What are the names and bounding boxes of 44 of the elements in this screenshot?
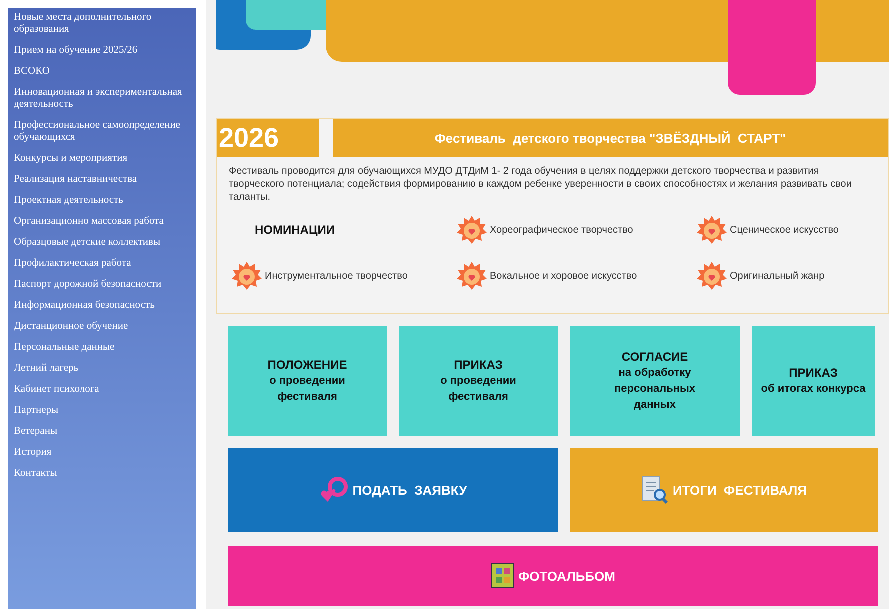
flower-icon — [456, 214, 488, 246]
document-link[interactable]: ПОЛОЖЕНИЕ о проведении фестиваля — [228, 326, 387, 436]
sidebar-link[interactable]: Конкурсы и мероприятия — [14, 153, 190, 165]
sidebar-link[interactable]: Дистанционное обучение — [14, 321, 190, 333]
nomination-label: Оригинальный жанр — [730, 270, 825, 282]
flower-icon — [696, 214, 728, 246]
sidebar-link[interactable]: ВСОКО — [14, 66, 190, 78]
sidebar-link[interactable]: Организационно массовая работа — [14, 216, 190, 228]
nomination-label: Хореографическое творчество — [490, 224, 634, 236]
festival-description: Фестиваль проводится для обучающихся МУДО ДТДиМ 1- 2 года обучения в целях поддержки детского творчества и развития творческого потенциала; содействия формированию в каждом ребенке уверенности в своих способностях и желания развивать свои таланты. — [229, 165, 853, 204]
nominations-heading: НОМИНАЦИИ — [254, 223, 336, 237]
nomination-label: Инструментальное творчество — [265, 270, 408, 282]
document-link[interactable]: ПРИКАЗ об итогах конкурса — [752, 326, 875, 436]
sidebar-link[interactable]: История — [14, 447, 190, 459]
flower-icon — [231, 260, 263, 292]
flower-icon — [456, 260, 488, 292]
nomination-label: Вокальное и хоровое искусство — [490, 270, 638, 282]
sidebar-link[interactable]: Партнеры — [14, 405, 190, 417]
sidebar-link[interactable]: Профессиональное самоопределение обучающихся — [14, 120, 190, 144]
sidebar-link[interactable]: Контакты — [14, 468, 190, 480]
sidebar-link[interactable]: Персональные данные — [14, 342, 190, 354]
sidebar-link[interactable]: Прием на обучение 2025/26 — [14, 45, 190, 57]
year-label: 2026 — [217, 119, 319, 157]
sidebar-link[interactable]: Проектная деятельность — [14, 195, 190, 207]
sidebar-link[interactable]: Информационная безопасность — [14, 300, 190, 312]
nomination-label: Сценическое искусство — [730, 224, 839, 236]
sidebar-link[interactable]: Инновационная и экспериментальная деятельность — [14, 87, 190, 111]
sidebar-link[interactable]: Профилактическая работа — [14, 258, 190, 270]
sidebar-link[interactable]: Паспорт дорожной безопасности — [14, 279, 190, 291]
festival-title: Фестиваль детского творчества "ЗВЁЗДНЫЙ СТАРТ" — [333, 119, 888, 157]
document-link[interactable]: СОГЛАСИЕ на обработку персональных данных — [570, 326, 740, 436]
photo-album-icon — [490, 563, 515, 589]
sidebar-link[interactable]: Образцовые детские коллективы — [14, 237, 190, 249]
action-button[interactable]: ФОТОАЛЬБОМ — [228, 546, 878, 606]
sidebar-link[interactable]: Летний лагерь — [14, 363, 190, 375]
heart-link-icon — [318, 476, 349, 504]
sidebar-link[interactable]: Кабинет психолога — [14, 384, 190, 396]
document-search-icon — [641, 475, 670, 505]
document-link[interactable]: ПРИКАЗ о проведении фестиваля — [399, 326, 558, 436]
sidebar-link[interactable]: Новые места дополнительного образования — [14, 12, 190, 36]
flower-icon — [696, 260, 728, 292]
action-button[interactable]: ПОДАТЬ ЗАЯВКУ — [228, 448, 558, 532]
sidebar-link[interactable]: Ветераны — [14, 426, 190, 438]
sidebar-link[interactable]: Реализация наставничества — [14, 174, 190, 186]
